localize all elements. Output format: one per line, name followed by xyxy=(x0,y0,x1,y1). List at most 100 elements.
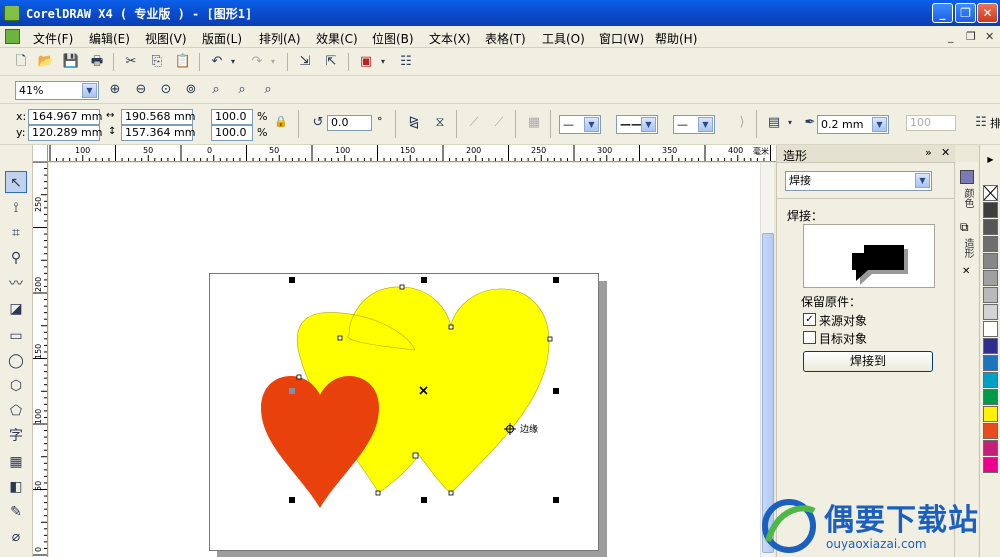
wrap-text-icon[interactable]: ▤ xyxy=(765,114,783,132)
ellipse-tool-icon[interactable]: ◯ xyxy=(5,350,27,372)
zoom-selected-icon[interactable]: ⊙ xyxy=(157,81,175,99)
chevron-down-icon[interactable]: ▼ xyxy=(915,173,930,188)
coreldraw-app-icon[interactable] xyxy=(4,5,20,21)
color-swatch[interactable] xyxy=(983,389,998,405)
zoom-page-width-icon[interactable]: ⌕ xyxy=(233,81,251,99)
outline-width-select[interactable]: 0.2 mm ▼ xyxy=(817,115,889,134)
wrap-dropdown-icon[interactable]: ▾ xyxy=(785,114,795,132)
eyedropper-tool-icon[interactable]: ✎ xyxy=(5,501,27,523)
no-color-swatch[interactable] xyxy=(983,185,998,201)
outline-tool-icon[interactable]: ⌀ xyxy=(5,526,27,548)
zoom-page-height-icon[interactable]: ⌕ xyxy=(259,81,277,99)
source-object-checkbox[interactable]: ✓ xyxy=(803,313,816,326)
weld-to-button[interactable]: 焊接到 xyxy=(803,351,933,372)
vertical-ruler[interactable]: 250 200 150 100 50 0 xyxy=(33,162,48,557)
open-icon[interactable]: 📂 xyxy=(37,53,55,71)
table-tool-icon[interactable]: ▦ xyxy=(5,451,27,473)
interactive-blend-icon[interactable]: ◧ xyxy=(5,476,27,498)
reverse-direction-icon[interactable]: ⟩ xyxy=(733,114,751,132)
lock-ratio-icon[interactable]: 🔒 xyxy=(272,113,290,131)
freehand-tool-icon[interactable]: 〰 xyxy=(5,273,27,295)
start-arrowhead-select[interactable]: — ▼ xyxy=(559,115,601,134)
red-heart-shape[interactable] xyxy=(261,376,379,508)
undo-dropdown-icon[interactable]: ▾ xyxy=(228,53,238,71)
shape-tool-icon[interactable]: ⟟ xyxy=(5,197,27,219)
color-swatch[interactable] xyxy=(983,270,998,286)
target-object-checkbox[interactable] xyxy=(803,331,816,344)
weld-icon[interactable]: ▦ xyxy=(525,114,543,132)
restore-button[interactable]: ❐ xyxy=(955,3,976,23)
extend-curve-icon[interactable]: ⟋ xyxy=(490,114,508,132)
scale-height-input[interactable]: 100.0 xyxy=(211,125,253,141)
minimize-button[interactable]: _ xyxy=(932,3,953,23)
rectangle-tool-icon[interactable]: ▭ xyxy=(5,325,27,347)
ruler-origin[interactable] xyxy=(33,145,48,162)
menu-layout[interactable]: 版面(L) xyxy=(202,30,242,47)
color-swatch[interactable] xyxy=(983,253,998,269)
artwork[interactable] xyxy=(49,163,760,557)
color-swatch[interactable] xyxy=(983,202,998,218)
zoom-level-select[interactable]: 41% ▼ xyxy=(15,81,99,100)
tab-color[interactable]: 颜色 xyxy=(960,188,975,208)
menu-edit[interactable]: 编辑(E) xyxy=(89,30,130,47)
drawing-canvas[interactable]: 边缘 xyxy=(49,163,760,557)
color-swatch[interactable] xyxy=(983,338,998,354)
chevron-down-icon[interactable]: ▼ xyxy=(872,117,887,132)
palette-scroll-up-icon[interactable]: ▶ xyxy=(984,153,997,166)
color-swatch[interactable] xyxy=(983,355,998,371)
chevron-down-icon[interactable]: ▼ xyxy=(641,117,656,132)
color-swatch[interactable] xyxy=(983,372,998,388)
zoom-all-objects-icon[interactable]: ⊚ xyxy=(182,81,200,99)
menu-view[interactable]: 视图(V) xyxy=(145,30,187,47)
launcher-dropdown-icon[interactable]: ▾ xyxy=(378,53,388,71)
import-icon[interactable]: ⇲ xyxy=(296,53,314,71)
outline-style-select[interactable]: —— ▼ xyxy=(616,115,658,134)
color-swatch[interactable] xyxy=(983,219,998,235)
menu-text[interactable]: 文本(X) xyxy=(429,30,471,47)
new-document-icon[interactable]: 🗋 xyxy=(12,53,30,71)
mirror-horizontal-icon[interactable]: ⧎ xyxy=(405,114,423,132)
pick-tool-icon[interactable]: ↖ xyxy=(5,171,27,193)
color-swatch[interactable] xyxy=(983,440,998,456)
tab-shaping[interactable]: 造形 xyxy=(960,238,975,258)
color-swatch[interactable] xyxy=(983,457,998,473)
docker-collapse-icon[interactable]: » xyxy=(925,146,932,159)
smart-fill-icon[interactable]: ◪ xyxy=(5,298,27,320)
application-launcher-icon[interactable]: ▣ xyxy=(357,53,375,71)
chevron-down-icon[interactable]: ▼ xyxy=(82,83,97,98)
doc-close-button[interactable]: ✕ xyxy=(985,30,994,43)
menu-tools[interactable]: 工具(O) xyxy=(542,30,585,47)
shaping-docker-icon[interactable]: ⧉ xyxy=(960,220,969,235)
color-swatch[interactable] xyxy=(983,304,998,320)
menu-help[interactable]: 帮助(H) xyxy=(655,30,697,47)
paste-icon[interactable]: 📋 xyxy=(174,53,192,71)
cut-icon[interactable]: ✂ xyxy=(122,53,140,71)
horizontal-ruler[interactable]: 100 50 0 50 100 150 200 250 300 350 400 … xyxy=(48,145,780,162)
crop-tool-icon[interactable]: ⌗ xyxy=(5,222,27,244)
x-position-input[interactable]: 164.967 mm xyxy=(28,109,102,125)
shaping-mode-select[interactable]: 焊接 ▼ xyxy=(785,171,932,191)
color-docker-icon[interactable] xyxy=(960,170,974,184)
chevron-down-icon[interactable]: ▼ xyxy=(584,117,599,132)
options-icon[interactable]: ☷ xyxy=(397,53,415,71)
menu-effects[interactable]: 效果(C) xyxy=(316,30,358,47)
undo-icon[interactable]: ↶ xyxy=(208,53,226,71)
zoom-tool-icon[interactable]: ⚲ xyxy=(5,247,27,269)
zoom-page-icon[interactable]: ⌕ xyxy=(207,81,225,99)
color-swatch[interactable] xyxy=(983,321,998,337)
export-icon[interactable]: ⇱ xyxy=(322,53,340,71)
disabled-value-input[interactable]: 100 xyxy=(906,115,956,131)
basic-shapes-icon[interactable]: ⬠ xyxy=(5,400,27,422)
color-swatch[interactable] xyxy=(983,406,998,422)
rotation-angle-input[interactable]: 0.0 xyxy=(327,115,372,131)
close-button[interactable]: ✕ xyxy=(977,3,998,23)
doc-minimize-button[interactable]: _ xyxy=(948,30,954,43)
color-swatch[interactable] xyxy=(983,236,998,252)
docker-close-icon[interactable]: ✕ xyxy=(941,146,950,159)
menu-table[interactable]: 表格(T) xyxy=(485,30,526,47)
overflow-icon[interactable]: ☷ xyxy=(972,114,990,132)
color-swatch[interactable] xyxy=(983,423,998,439)
document-icon[interactable] xyxy=(5,29,20,44)
side-tab-close-icon[interactable]: ✕ xyxy=(962,266,970,277)
print-icon[interactable]: 🖶 xyxy=(88,53,106,71)
